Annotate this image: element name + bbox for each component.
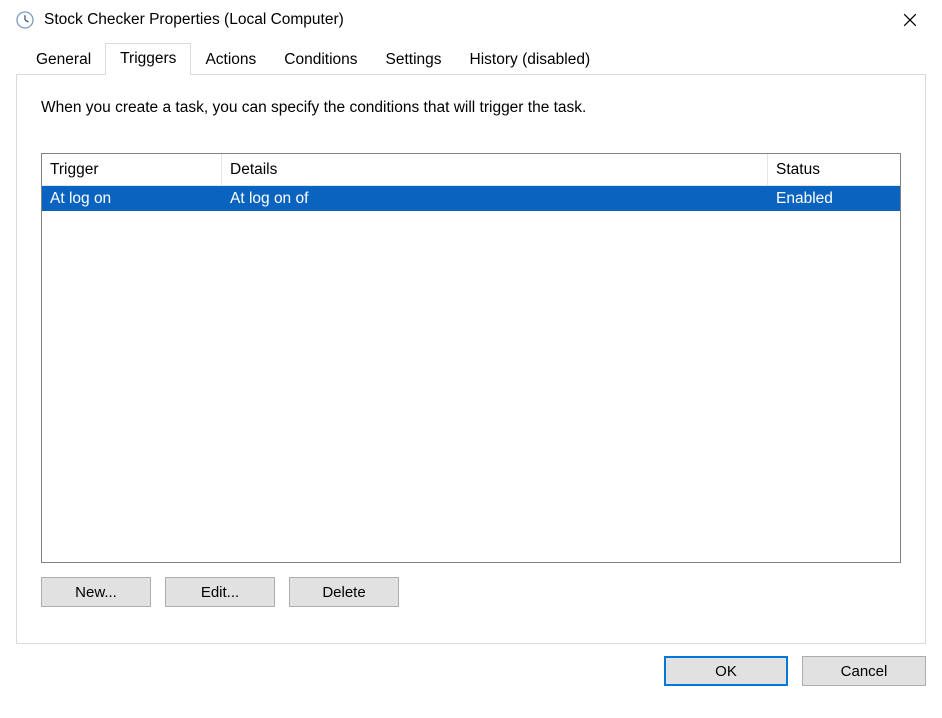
header-status[interactable]: Status <box>768 154 900 185</box>
new-button[interactable]: New... <box>41 577 151 607</box>
header-trigger[interactable]: Trigger <box>42 154 222 185</box>
tab-history[interactable]: History (disabled) <box>456 45 605 75</box>
window-title: Stock Checker Properties (Local Computer… <box>44 11 344 29</box>
delete-button[interactable]: Delete <box>289 577 399 607</box>
tab-triggers[interactable]: Triggers <box>105 43 191 75</box>
tab-conditions[interactable]: Conditions <box>270 45 371 75</box>
tab-general[interactable]: General <box>22 45 105 75</box>
cell-details: At log on of <box>222 189 768 209</box>
clock-icon <box>16 11 34 29</box>
tab-strip: General Triggers Actions Conditions Sett… <box>0 40 942 74</box>
cell-status: Enabled <box>768 189 900 209</box>
tab-settings[interactable]: Settings <box>372 45 456 75</box>
cell-trigger: At log on <box>42 189 222 209</box>
tab-actions[interactable]: Actions <box>191 45 270 75</box>
close-icon[interactable] <box>890 6 930 34</box>
trigger-table[interactable]: Trigger Details Status At log on At log … <box>41 153 901 563</box>
panel-description: When you create a task, you can specify … <box>41 99 901 117</box>
table-header-row: Trigger Details Status <box>42 154 900 186</box>
edit-button[interactable]: Edit... <box>165 577 275 607</box>
header-details[interactable]: Details <box>222 154 768 185</box>
titlebar: Stock Checker Properties (Local Computer… <box>0 0 942 40</box>
table-row[interactable]: At log on At log on of Enabled <box>42 186 900 211</box>
cancel-button[interactable]: Cancel <box>802 656 926 686</box>
tab-panel-triggers: When you create a task, you can specify … <box>16 74 926 644</box>
trigger-actions: New... Edit... Delete <box>41 577 901 607</box>
dialog-footer: OK Cancel <box>0 644 942 686</box>
ok-button[interactable]: OK <box>664 656 788 686</box>
